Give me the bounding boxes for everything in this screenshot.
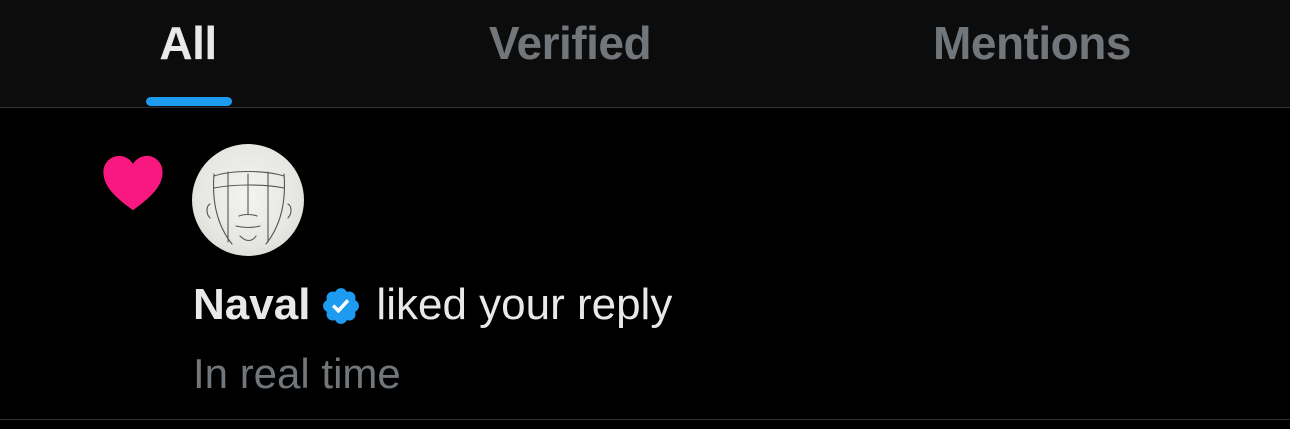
- tab-mentions-label: Mentions: [933, 17, 1131, 69]
- notification-item[interactable]: Naval liked your reply In real time: [0, 108, 1290, 419]
- heart-icon: [103, 155, 163, 211]
- row-divider: [0, 419, 1290, 420]
- user-name[interactable]: Naval: [193, 278, 310, 332]
- tab-all-label: All: [159, 17, 217, 69]
- tab-all[interactable]: All: [88, 0, 288, 107]
- notifications-tab-bar: All Verified Mentions: [0, 0, 1290, 108]
- notification-text: Naval liked your reply: [193, 278, 672, 332]
- notifications-page: All Verified Mentions Naval liked your r…: [0, 0, 1290, 429]
- notification-subtext: In real time: [193, 350, 401, 397]
- verified-badge-icon: [323, 288, 360, 324]
- tab-mentions[interactable]: Mentions: [877, 0, 1187, 107]
- sketch-face-image: [206, 171, 292, 245]
- avatar[interactable]: [192, 144, 304, 256]
- active-tab-indicator: [146, 97, 232, 106]
- notification-action-text: liked your reply: [376, 280, 673, 329]
- tab-verified-label: Verified: [488, 17, 652, 69]
- tab-verified[interactable]: Verified: [420, 0, 720, 107]
